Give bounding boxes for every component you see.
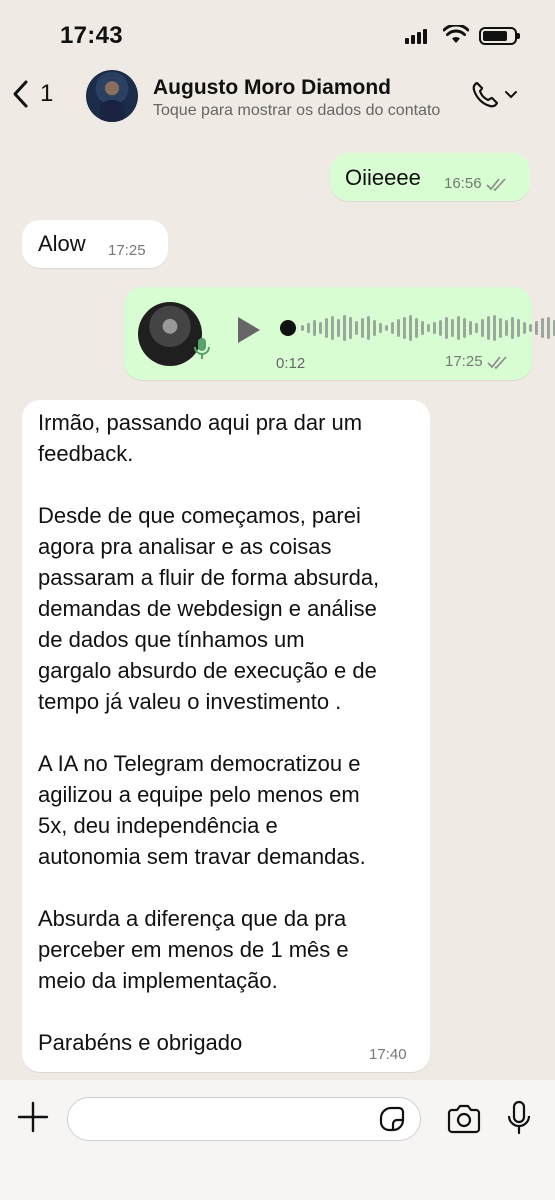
- waveform-bar: [337, 319, 340, 337]
- waveform-bar: [469, 321, 472, 335]
- waveform-bar: [529, 324, 532, 332]
- microphone-icon[interactable]: [506, 1100, 532, 1136]
- status-time: 17:43: [60, 22, 123, 49]
- waveform-bar: [511, 317, 514, 339]
- message-meta: 17:25: [445, 353, 509, 370]
- phone-icon: [472, 81, 499, 108]
- waveform-bar: [505, 320, 508, 336]
- contact-name[interactable]: Augusto Moro Diamond: [153, 76, 391, 100]
- message-bubble-incoming[interactable]: Irmão, passando aqui pra dar um feedback…: [22, 400, 430, 1072]
- audio-waveform[interactable]: [280, 314, 555, 342]
- waveform-bar: [541, 318, 544, 338]
- waveform-bar: [517, 319, 520, 337]
- message-text: Irmão, passando aqui pra dar um feedback…: [38, 410, 380, 1055]
- message-meta: 16:56: [444, 175, 508, 192]
- message-text: Oiieeee: [345, 165, 421, 190]
- waveform-bar: [373, 320, 376, 336]
- waveform-bar: [415, 318, 418, 338]
- waveform-bar: [457, 316, 460, 340]
- sticker-icon[interactable]: [377, 1106, 405, 1134]
- waveform-bar: [523, 322, 526, 334]
- waveform-bar: [463, 318, 466, 338]
- waveform-bar: [313, 320, 316, 336]
- back-button[interactable]: 1: [10, 79, 53, 109]
- waveform-bar: [343, 315, 346, 341]
- waveform-bar: [481, 319, 484, 337]
- message-meta: 17:40: [369, 1046, 407, 1063]
- voice-duration: 0:12: [276, 355, 306, 372]
- waveform-bar: [475, 323, 478, 333]
- message-meta: 17:25: [108, 242, 146, 259]
- waveform-bar: [367, 316, 370, 340]
- waveform-bar: [379, 323, 382, 333]
- battery-icon: [479, 27, 520, 45]
- waveform-bar: [301, 325, 304, 331]
- composer-bar: [0, 1080, 555, 1200]
- message-time: 17:40: [369, 1046, 407, 1063]
- plus-icon[interactable]: [16, 1100, 50, 1134]
- contact-avatar[interactable]: [86, 70, 138, 122]
- waveform-bar: [385, 325, 388, 331]
- message-bubble-incoming[interactable]: Alow 17:25: [22, 220, 168, 268]
- waveform-bar: [349, 317, 352, 339]
- waveform-bar: [547, 317, 550, 339]
- waveform-bar: [325, 318, 328, 338]
- camera-icon[interactable]: [446, 1104, 482, 1134]
- playback-position-handle[interactable]: [280, 320, 296, 336]
- chat-header: 1 Augusto Moro Diamond Toque para mostra…: [0, 62, 555, 134]
- waveform-bar: [391, 322, 394, 334]
- waveform-bar: [445, 317, 448, 339]
- call-button[interactable]: [470, 80, 518, 110]
- cellular-signal-icon: [405, 29, 427, 44]
- chevron-left-icon: [13, 80, 28, 108]
- message-time: 17:25: [445, 353, 483, 370]
- waveform-bar: [493, 315, 496, 341]
- waveform-bar: [319, 322, 322, 334]
- microphone-icon: [194, 338, 210, 359]
- message-text: Alow: [38, 231, 86, 256]
- message-time: 16:56: [444, 175, 482, 192]
- waveform-bar: [487, 316, 490, 340]
- message-input[interactable]: [67, 1097, 421, 1141]
- waveform-bar: [427, 324, 430, 332]
- voice-message-bubble[interactable]: 0:12 17:25: [124, 287, 555, 380]
- play-icon[interactable]: [236, 315, 262, 345]
- contact-subtitle[interactable]: Toque para mostrar os dados do contato: [153, 102, 441, 120]
- waveform-bar: [361, 318, 364, 338]
- wifi-icon: [443, 25, 469, 43]
- waveform-bar: [421, 321, 424, 335]
- waveform-bar: [433, 322, 436, 334]
- message-time: 17:25: [108, 242, 146, 259]
- waveform-bar: [439, 320, 442, 336]
- message-bubble-outgoing[interactable]: Oiieeee 16:56: [330, 153, 530, 201]
- waveform-bar: [331, 316, 334, 340]
- waveform-bar: [451, 319, 454, 337]
- double-check-icon: [486, 355, 507, 369]
- waveform-bar: [499, 318, 502, 338]
- waveform-bar: [307, 323, 310, 333]
- waveform-bar: [409, 315, 412, 341]
- waveform-bar: [535, 321, 538, 335]
- waveform-bar: [355, 321, 358, 335]
- unread-count: 1: [40, 80, 54, 107]
- waveform-bar: [403, 317, 406, 339]
- double-check-icon: [485, 177, 506, 191]
- status-bar: 17:43: [0, 0, 555, 62]
- chevron-down-icon: [505, 91, 517, 99]
- sender-avatar: [138, 302, 202, 366]
- waveform-bar: [397, 319, 400, 337]
